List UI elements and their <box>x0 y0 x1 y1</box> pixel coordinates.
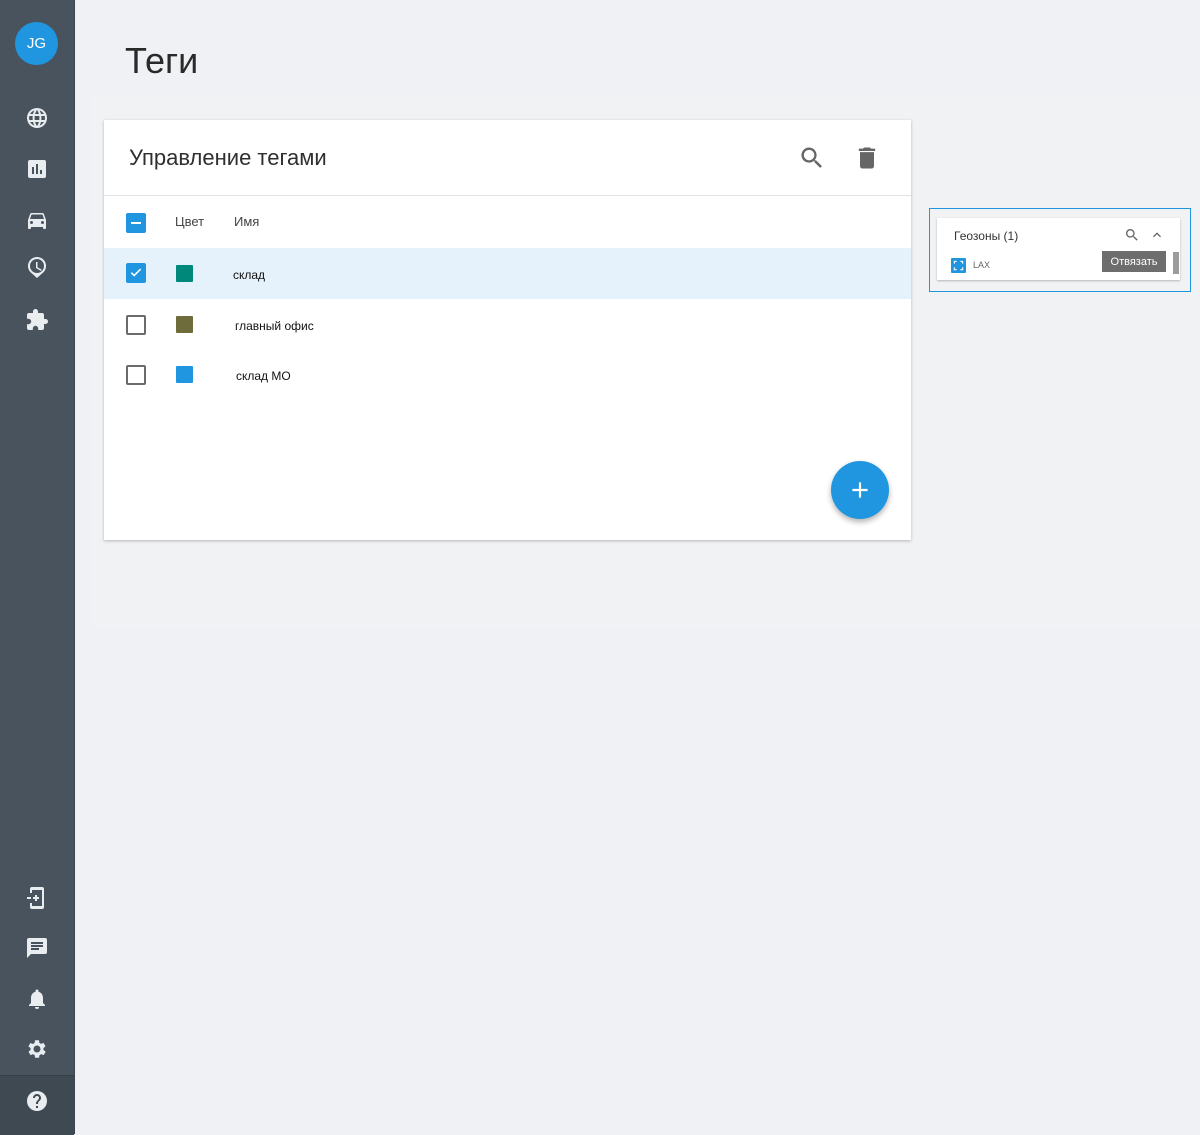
chat-icon[interactable] <box>25 936 49 960</box>
geozones-panel: Геозоны (1) LAX Отвязать <box>937 218 1180 280</box>
help-icon[interactable] <box>25 1089 49 1113</box>
table-row[interactable]: склад <box>104 248 911 299</box>
page-title: Теги <box>125 40 199 81</box>
tag-name: склад <box>233 268 266 282</box>
row-checkbox[interactable] <box>126 263 146 283</box>
row-checkbox[interactable] <box>126 315 146 335</box>
puzzle-icon[interactable] <box>25 308 49 332</box>
search-icon[interactable] <box>798 144 826 172</box>
trash-icon[interactable] <box>853 144 881 172</box>
chevron-up-icon[interactable] <box>1149 227 1165 243</box>
help-section <box>0 1075 74 1135</box>
sidebar: JG <box>0 0 75 1135</box>
add-device-icon[interactable] <box>25 886 49 910</box>
table-row[interactable]: склад МО <box>104 349 911 400</box>
geozones-title: Геозоны (1) <box>954 229 1019 243</box>
scrollbar[interactable] <box>1173 252 1179 274</box>
tag-name: главный офис <box>235 319 314 333</box>
card-header: Управление тегами <box>104 120 911 196</box>
tag-name: склад МО <box>236 369 291 383</box>
tag-management-card: Управление тегами Цвет Имя склад главный… <box>104 120 911 540</box>
color-swatch <box>176 316 193 333</box>
column-header-name[interactable]: Имя <box>234 214 259 229</box>
gear-icon[interactable] <box>25 1037 49 1061</box>
card-title: Управление тегами <box>129 145 327 170</box>
select-all-checkbox[interactable] <box>126 213 146 233</box>
table-row[interactable]: главный офис <box>104 299 911 350</box>
avatar[interactable]: JG <box>15 22 58 65</box>
plus-icon <box>852 482 868 498</box>
geozone-item-label[interactable]: LAX <box>973 260 990 270</box>
geofence-clock-icon[interactable] <box>25 255 49 279</box>
row-checkbox[interactable] <box>126 365 146 385</box>
unlink-tooltip: Отвязать <box>1102 251 1166 272</box>
column-header-color[interactable]: Цвет <box>175 214 204 229</box>
geozone-icon <box>951 258 966 273</box>
color-swatch <box>176 366 193 383</box>
add-tag-button[interactable] <box>831 461 889 519</box>
globe-icon[interactable] <box>25 106 49 130</box>
car-icon[interactable] <box>25 208 49 232</box>
bell-icon[interactable] <box>25 987 49 1011</box>
bar-chart-icon[interactable] <box>25 157 49 181</box>
color-swatch <box>176 265 193 282</box>
search-icon[interactable] <box>1124 227 1140 243</box>
